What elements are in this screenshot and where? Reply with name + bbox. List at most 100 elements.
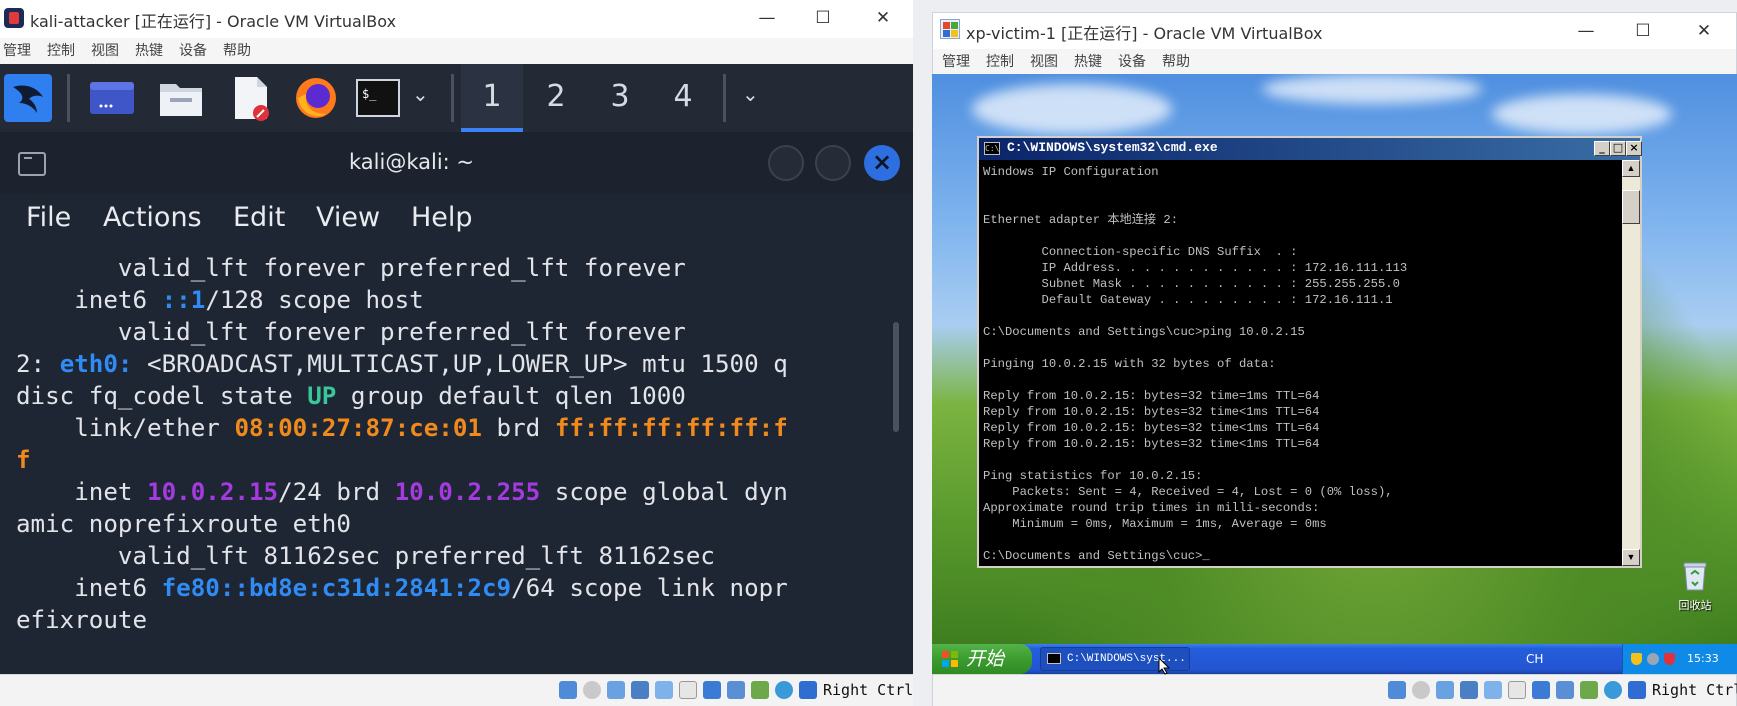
file-manager-icon[interactable] [155, 72, 207, 124]
recording-icon[interactable] [1532, 681, 1550, 699]
menu-hotkeys[interactable]: 热键 [135, 38, 163, 64]
terminal-segment: /24 brd [278, 478, 395, 506]
menu-control[interactable]: 控制 [986, 49, 1014, 75]
display-icon[interactable] [679, 681, 697, 699]
menu-manage[interactable]: 管理 [942, 49, 970, 75]
firefox-icon[interactable] [290, 72, 342, 124]
keyboard-capture-icon[interactable] [1628, 681, 1646, 699]
cmd-scrollbar[interactable]: ▲ ▼ [1622, 160, 1640, 566]
cmd-close-button[interactable]: × [1626, 141, 1642, 156]
terminal-line: disc fq_codel state UP group default qle… [16, 380, 896, 412]
scroll-up-arrow-icon[interactable]: ▲ [1622, 160, 1640, 177]
windows-flag-icon [942, 651, 958, 667]
start-button[interactable]: 开始 [932, 644, 1032, 674]
kali-menu-icon[interactable] [2, 72, 54, 124]
optical-drive-icon[interactable] [1388, 681, 1406, 699]
cmd-line [983, 532, 1407, 548]
terminal-close-button[interactable]: × [864, 145, 900, 181]
network-icon[interactable] [607, 681, 625, 699]
right-close-button[interactable]: ✕ [1681, 13, 1727, 49]
recording-icon[interactable] [703, 681, 721, 699]
audio-icon[interactable] [1412, 681, 1430, 699]
display-icon[interactable] [1508, 681, 1526, 699]
terminal-menu-file[interactable]: File [26, 202, 71, 233]
shared-folders-icon[interactable] [1484, 681, 1502, 699]
right-title-bar[interactable]: xp-victim-1 [正在运行] - Oracle VM VirtualBo… [933, 13, 1736, 47]
cpu-icon[interactable] [751, 681, 769, 699]
mouse-integration-icon[interactable] [775, 681, 793, 699]
left-close-button[interactable]: ✕ [860, 0, 906, 36]
menu-help[interactable]: 帮助 [1162, 49, 1190, 75]
panel-chevron-down-icon[interactable]: ⌄ [742, 82, 759, 106]
guest-additions-icon[interactable] [727, 681, 745, 699]
right-maximize-button[interactable]: ☐ [1620, 13, 1666, 49]
security-alert-icon[interactable] [1664, 653, 1675, 665]
guest-additions-icon[interactable] [1556, 681, 1574, 699]
left-maximize-button[interactable]: ☐ [800, 0, 846, 36]
host-key-label: Right Ctrl [1652, 681, 1737, 699]
menu-devices[interactable]: 设备 [1118, 49, 1146, 75]
recycle-bin-shortcut[interactable]: 回收站 [1670, 560, 1720, 613]
volume-icon[interactable] [1647, 653, 1659, 665]
usb-icon[interactable] [631, 681, 649, 699]
menu-hotkeys[interactable]: 热键 [1074, 49, 1102, 75]
terminal-maximize-button[interactable] [815, 145, 851, 181]
terminal-segment: valid_lft forever preferred_lft forever [16, 318, 686, 346]
terminal-segment: inet6 [16, 286, 162, 314]
optical-drive-icon[interactable] [559, 681, 577, 699]
workspace-1-button[interactable]: 1 [461, 64, 523, 132]
scroll-down-arrow-icon[interactable]: ▼ [1622, 549, 1640, 566]
terminal-segment: UP [307, 382, 337, 410]
cmd-title-bar[interactable]: C:\ C:\WINDOWS\system32\cmd.exe _ □ × [979, 138, 1642, 160]
cmd-maximize-button[interactable]: □ [1610, 141, 1626, 156]
cpu-icon[interactable] [1580, 681, 1598, 699]
cmd-line: Reply from 10.0.2.15: bytes=32 time=1ms … [983, 389, 1320, 403]
terminal-minimize-button[interactable] [768, 145, 804, 181]
menu-control[interactable]: 控制 [47, 38, 75, 64]
recycle-bin-icon [1683, 562, 1707, 591]
terminal-line: f [16, 444, 896, 476]
cmd-line: Ethernet adapter 本地连接 2: [983, 213, 1179, 227]
terminal-menu-help[interactable]: Help [411, 202, 473, 233]
security-shield-icon[interactable] [1631, 653, 1642, 665]
right-minimize-button[interactable]: — [1563, 13, 1609, 49]
terminal-menu-actions[interactable]: Actions [103, 202, 202, 233]
cmd-line: Reply from 10.0.2.15: bytes=32 time<1ms … [983, 437, 1320, 451]
terminal-title-bar[interactable]: kali@kali: ~ × [0, 132, 913, 194]
terminal-output[interactable]: valid_lft forever preferred_lft forever … [16, 252, 896, 672]
scroll-thumb[interactable] [1622, 190, 1640, 224]
chevron-down-icon[interactable]: ⌄ [412, 82, 429, 106]
language-indicator[interactable]: CH [1526, 644, 1543, 674]
cmd-minimize-button[interactable]: _ [1594, 141, 1610, 156]
network-icon[interactable] [1436, 681, 1454, 699]
terminal-menu-view[interactable]: View [316, 202, 380, 233]
mouse-integration-icon[interactable] [1604, 681, 1622, 699]
terminal-launcher-icon[interactable] [86, 72, 138, 124]
workspace-2-button[interactable]: 2 [525, 64, 587, 132]
left-minimize-button[interactable]: — [744, 0, 790, 36]
shared-folders-icon[interactable] [655, 681, 673, 699]
menu-view[interactable]: 视图 [1030, 49, 1058, 75]
terminal-title: kali@kali: ~ [349, 150, 475, 174]
terminal-line: valid_lft 81162sec preferred_lft 81162se… [16, 540, 896, 572]
terminal-menubar: File Actions Edit View Help [0, 194, 913, 240]
keyboard-capture-icon[interactable] [799, 681, 817, 699]
usb-icon[interactable] [1460, 681, 1478, 699]
tray-clock[interactable]: 15:33 [1687, 644, 1719, 674]
start-label: 开始 [966, 648, 1005, 670]
terminal-icon[interactable]: $_ [352, 72, 404, 124]
menu-manage[interactable]: 管理 [3, 38, 31, 64]
terminal-menu-edit[interactable]: Edit [233, 202, 285, 233]
audio-icon[interactable] [583, 681, 601, 699]
text-editor-icon[interactable] [225, 72, 277, 124]
workspace-4-button[interactable]: 4 [652, 64, 714, 132]
cmd-console[interactable]: Windows IP Configuration Ethernet adapte… [979, 160, 1622, 566]
terminal-scrollbar[interactable] [893, 322, 899, 432]
cmd-icon: C:\ [984, 142, 1000, 155]
left-title-bar[interactable]: kali-attacker [正在运行] - Oracle VM Virtual… [0, 0, 913, 36]
menu-view[interactable]: 视图 [91, 38, 119, 64]
terminal-line: efixroute [16, 604, 896, 636]
workspace-3-button[interactable]: 3 [589, 64, 651, 132]
menu-help[interactable]: 帮助 [223, 38, 251, 64]
menu-devices[interactable]: 设备 [179, 38, 207, 64]
